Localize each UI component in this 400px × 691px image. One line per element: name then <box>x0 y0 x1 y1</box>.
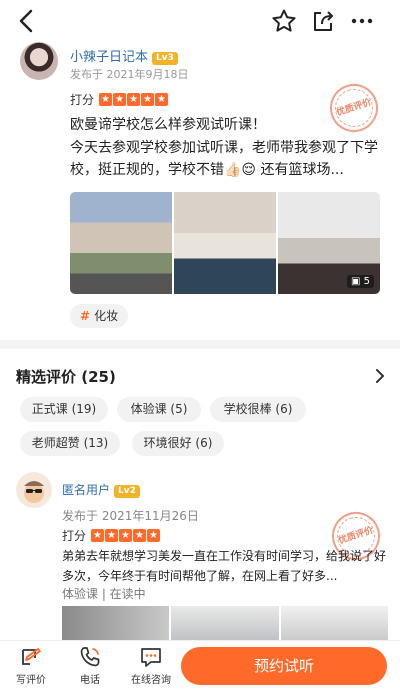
write-review-label: 写评价 <box>16 675 46 686</box>
share-icon[interactable] <box>310 8 336 34</box>
book-trial-button[interactable]: 预约试听 <box>181 647 387 685</box>
reviewer-avatar[interactable] <box>16 472 52 508</box>
review-author-name[interactable]: 匿名用户 <box>62 483 110 497</box>
write-review-button[interactable]: 写评价 <box>6 645 56 686</box>
hash-icon: # <box>80 309 91 323</box>
chip-formal-class[interactable]: 正式课 (19) <box>20 397 108 422</box>
post-author-name[interactable]: 小辣子日记本 <box>70 50 148 65</box>
rating-star-icon: ★ <box>133 529 147 542</box>
star-icon[interactable] <box>271 8 297 34</box>
post-photo[interactable] <box>174 192 276 294</box>
rating-star-icon: ★ <box>147 529 161 542</box>
online-consult-label: 在线咨询 <box>131 675 171 686</box>
rating-star-icon: ★ <box>127 93 141 106</box>
chip-nice-environment[interactable]: 环境很好 (6) <box>132 431 224 456</box>
anonymous-avatar-icon <box>24 481 44 503</box>
rating-star-icon: ★ <box>91 529 105 542</box>
chat-icon <box>141 648 161 667</box>
post-photo[interactable] <box>70 192 172 294</box>
review-rating: 打分 ★ ★ ★ ★ ★ <box>62 527 161 544</box>
rating-stars: ★ ★ ★ ★ ★ <box>91 529 161 542</box>
write-icon <box>22 648 41 665</box>
level-badge: Lv3 <box>152 52 178 65</box>
reviews-title: 精选评价 (25) <box>16 368 116 386</box>
chip-trial-class[interactable]: 体验课 (5) <box>117 397 201 422</box>
author-avatar[interactable] <box>20 42 58 80</box>
more-icon[interactable] <box>349 8 375 34</box>
rating-stars: ★ ★ ★ ★ ★ <box>99 93 169 106</box>
post-title: 欧曼谛学校怎么样参观试听课！ <box>70 117 266 133</box>
rating-star-icon: ★ <box>155 93 169 106</box>
rating-label: 打分 <box>70 93 95 107</box>
post-body[interactable]: 今天去参观学校参加试听课，老师带我参观了下学校，挺正规的，学校不错👍🏻😌 还有篮… <box>70 137 382 181</box>
rating-star-icon: ★ <box>119 529 133 542</box>
phone-label: 电话 <box>80 675 100 686</box>
rating-star-icon: ★ <box>105 529 119 542</box>
phone-button[interactable]: 电话 <box>65 645 115 686</box>
phone-icon <box>80 647 100 667</box>
section-divider <box>0 340 400 349</box>
chip-great-teacher[interactable]: 老师超赞 (13) <box>20 431 120 456</box>
post-photos[interactable]: ▣ 5 <box>70 192 380 294</box>
photo-count: 5 <box>363 276 370 287</box>
rating-label: 打分 <box>62 529 87 543</box>
online-consult-button[interactable]: 在线咨询 <box>124 645 178 686</box>
level-badge: Lv2 <box>114 485 140 498</box>
topic-tag[interactable]: # 化妆 <box>70 304 129 328</box>
review-meta: 体验课 | 在读中 <box>62 587 146 601</box>
rating-star-icon: ★ <box>99 93 113 106</box>
topic-tag-label: 化妆 <box>94 309 119 323</box>
review-author[interactable]: 匿名用户 Lv2 <box>62 481 140 498</box>
review-date: 发布于 2021年11月26日 <box>62 509 199 523</box>
rating-star-icon: ★ <box>141 93 155 106</box>
rating-star-icon: ★ <box>113 93 127 106</box>
chevron-right-icon[interactable] <box>372 368 388 384</box>
post-date: 发布于 2021年9月18日 <box>70 68 189 81</box>
review-body[interactable]: 弟弟去年就想学习美发一直在工作没有时间学习，给我说了好多次，今年终于有时间帮他了… <box>62 546 388 586</box>
photo-count-badge: ▣ 5 <box>346 275 374 288</box>
quality-review-stamp: 优质评价 <box>323 77 385 139</box>
post-rating: 打分 ★ ★ ★ ★ ★ <box>70 91 169 108</box>
bottom-action-bar: 写评价 电话 在线咨询 预约试听 <box>0 640 400 691</box>
post-author[interactable]: 小辣子日记本 Lv3 <box>70 46 178 65</box>
chip-great-school[interactable]: 学校很棒 (6) <box>210 397 306 422</box>
back-icon[interactable] <box>14 8 40 34</box>
top-bar <box>0 0 400 42</box>
post-photo[interactable]: ▣ 5 <box>278 192 380 294</box>
